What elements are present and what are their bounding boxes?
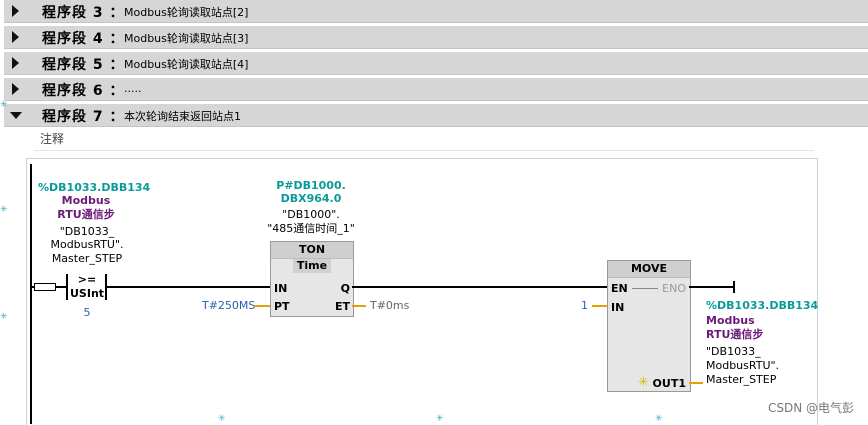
segment-label: 程序段 6 ： (42, 83, 125, 99)
compare-type[interactable]: USInt (70, 287, 104, 300)
comment-field[interactable]: 注释 (40, 130, 64, 147)
segment-title: Modbus轮询读取站点[3] (124, 32, 249, 45)
ton-instance-address: P#DB1000. (276, 179, 346, 192)
segment-5-header[interactable]: 程序段 5 ： Modbus轮询读取站点[4] (4, 52, 868, 75)
wire (352, 286, 608, 288)
segment-title: Modbus轮询读取站点[4] (124, 58, 249, 71)
segment-title: ..... (124, 82, 142, 95)
et-wire (352, 305, 366, 307)
ton-pt-value[interactable]: T#250MS (202, 299, 255, 312)
move-out-symbol: Modbus (706, 314, 755, 327)
contact-left-bar (66, 274, 68, 300)
expand-arrow-icon[interactable] (12, 83, 19, 95)
pt-wire (254, 305, 270, 307)
power-rail (30, 164, 32, 424)
move-pin-en: EN (611, 282, 628, 295)
row-marker-icon: ✳ (0, 205, 8, 215)
ton-pin-et: ET (334, 300, 350, 313)
row-marker-icon: ✳ (0, 312, 8, 322)
move-pin-out1: OUT1 (652, 377, 686, 390)
compare-operand-address: %DB1033.DBB134 (38, 181, 151, 194)
out-wire (689, 382, 703, 384)
ton-block[interactable]: TON Time IN Q PT ET (270, 241, 354, 317)
wire (107, 286, 271, 288)
sparkle-icon: ✳ (638, 375, 649, 390)
column-marker-icon: ✳ (218, 414, 226, 424)
move-in-value[interactable]: 1 (581, 299, 588, 312)
segment-label: 程序段 3 ： (42, 5, 125, 21)
segment-title: 本次轮询结束返回站点1 (124, 110, 241, 123)
ton-et-value[interactable]: T#0ms (370, 299, 409, 312)
move-out-path: Master_STEP (706, 373, 777, 386)
compare-operand-symbol: RTU通信步 (57, 208, 115, 221)
row-marker-icon: ✳ (0, 100, 8, 110)
segment-7-header[interactable]: 程序段 7 ： 本次轮询结束返回站点1 (4, 104, 868, 127)
ton-pin-pt: PT (274, 300, 290, 313)
ton-instance-name: "485通信时间_1" (267, 222, 355, 235)
move-out-path: ModbusRTU". (706, 359, 780, 372)
ton-pin-q: Q (340, 282, 350, 295)
connector-icon (34, 283, 56, 291)
ton-instance-address: DBX964.0 (280, 192, 342, 205)
column-marker-icon: ✳ (436, 414, 444, 424)
in-wire (592, 305, 607, 307)
watermark: CSDN @电气彭 (767, 401, 854, 415)
segment-6-header[interactable]: 程序段 6 ： ..... (4, 78, 868, 101)
move-out-path: "DB1033_ (706, 345, 761, 358)
segment-label: 程序段 4 ： (42, 31, 125, 47)
move-out-address: %DB1033.DBB134 (706, 299, 819, 312)
compare-value[interactable]: 5 (70, 306, 104, 319)
network-area (26, 158, 818, 425)
segment-label: 程序段 5 ： (42, 57, 125, 73)
segment-3-header[interactable]: 程序段 3 ： Modbus轮询读取站点[2] (4, 0, 868, 23)
move-pin-eno: ENO (662, 282, 686, 295)
wire-end (733, 281, 735, 293)
expand-arrow-icon[interactable] (12, 31, 19, 43)
move-title: MOVE (608, 261, 690, 278)
ton-title: TON (271, 242, 353, 259)
comment-divider (34, 150, 814, 151)
expand-arrow-icon[interactable] (12, 5, 19, 17)
compare-operand-symbol: Modbus (61, 194, 111, 207)
expand-arrow-icon[interactable] (12, 57, 19, 69)
compare-operand-path: Master_STEP (51, 252, 123, 265)
ton-type[interactable]: Time (293, 259, 331, 273)
move-block[interactable]: MOVE EN ENO IN ✳ OUT1 (607, 260, 691, 392)
move-pin-in: IN (611, 301, 625, 314)
collapse-arrow-icon[interactable] (10, 112, 22, 119)
ton-pin-in: IN (274, 282, 288, 295)
compare-operator[interactable]: >= (70, 273, 104, 286)
segment-title: Modbus轮询读取站点[2] (124, 6, 249, 19)
segment-label: 程序段 7 ： (42, 109, 125, 125)
wire (689, 286, 733, 288)
column-marker-icon: ✳ (655, 414, 663, 424)
compare-operand-path: ModbusRTU". (50, 238, 124, 251)
compare-operand-path: "DB1033_ (59, 225, 115, 238)
move-out-symbol: RTU通信步 (706, 328, 764, 341)
en-eno-link (632, 288, 658, 289)
ton-instance-name: "DB1000". (282, 208, 340, 221)
segment-4-header[interactable]: 程序段 4 ： Modbus轮询读取站点[3] (4, 26, 868, 49)
